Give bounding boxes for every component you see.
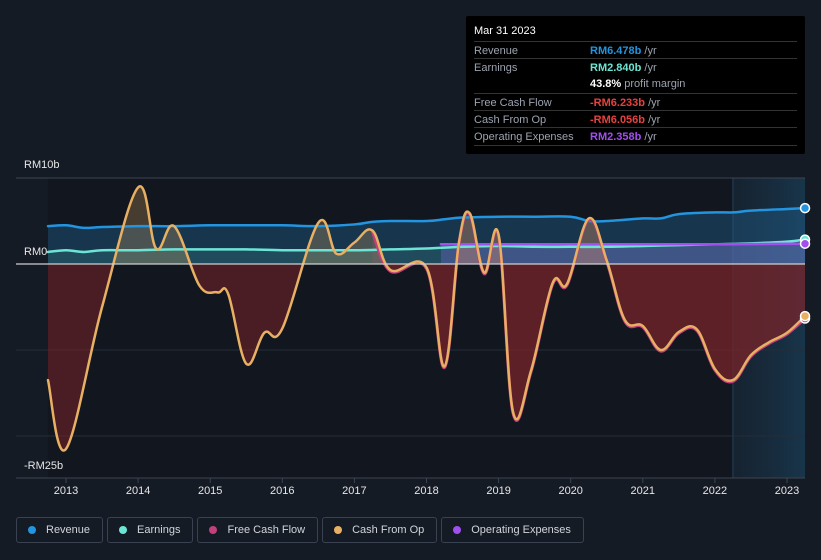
- revenue-endpoint-marker: [799, 202, 811, 214]
- tooltip-row-revenue: Revenue RM6.478b /yr: [474, 41, 797, 59]
- tooltip-value-unit: /yr: [641, 131, 657, 143]
- x-tick-label: 2014: [125, 485, 151, 497]
- legend-label: Cash From Op: [352, 524, 425, 536]
- cash-from-op-dot-icon: [334, 526, 343, 534]
- tooltip-value-unit: /yr: [645, 97, 661, 109]
- tooltip-value: RM2.840b /yr: [590, 62, 657, 74]
- tooltip-value: -RM6.233b /yr: [590, 97, 660, 109]
- tooltip-value: RM2.358b /yr: [590, 131, 657, 143]
- x-tick-label: 2015: [197, 485, 223, 497]
- x-tick-label: 2020: [558, 485, 583, 497]
- x-tick-label: 2016: [270, 485, 295, 497]
- legend-item-operating-expenses[interactable]: Operating Expenses: [441, 517, 584, 543]
- tooltip-value-unit: /yr: [645, 114, 661, 126]
- x-tick-label: 2022: [702, 485, 728, 497]
- tooltip-row-earnings: Earnings RM2.840b /yr: [474, 58, 797, 76]
- legend-label: Revenue: [46, 524, 91, 536]
- legend-label: Earnings: [137, 524, 181, 536]
- operating-expenses-line: [439, 242, 807, 246]
- legend-item-free-cash-flow[interactable]: Free Cash Flow: [197, 517, 319, 543]
- tooltip-value: RM6.478b /yr: [590, 45, 657, 57]
- tooltip-label: Free Cash Flow: [474, 97, 552, 109]
- tooltip-value-unit: profit margin: [621, 78, 686, 90]
- tooltip-label: Earnings: [474, 62, 518, 74]
- tooltip-row-cash-from-op: Cash From Op -RM6.056b /yr: [474, 110, 797, 128]
- tooltip-row-free-cash-flow: Free Cash Flow -RM6.233b /yr: [474, 93, 797, 111]
- legend-item-earnings[interactable]: Earnings: [107, 517, 194, 543]
- tooltip-divider: [474, 145, 797, 146]
- operating-expenses-dot-icon: [453, 526, 462, 534]
- legend-label: Operating Expenses: [471, 524, 571, 536]
- tooltip-value-number: 43.8%: [590, 78, 622, 90]
- x-tick-label: 2019: [486, 485, 511, 497]
- tooltip-value-number: RM6.478b: [590, 45, 642, 57]
- tooltip-label: Cash From Op: [474, 114, 547, 126]
- tooltip-row-profit-margin: 43.8% profit margin: [474, 75, 797, 92]
- x-tick-label: 2023: [774, 485, 800, 497]
- cash-from-op-endpoint-marker: [799, 310, 811, 322]
- x-tick-label: 2017: [342, 485, 367, 497]
- tooltip-value: -RM6.056b /yr: [590, 114, 660, 126]
- tooltip-value-unit: /yr: [641, 62, 657, 74]
- legend-item-cash-from-op[interactable]: Cash From Op: [322, 517, 438, 543]
- tooltip-panel: Mar 31 2023 Revenue RM6.478b /yr Earning…: [466, 16, 805, 154]
- operating-expenses-endpoint-marker: [799, 238, 811, 249]
- tooltip-value: 43.8% profit margin: [590, 78, 685, 90]
- x-tick-label: 2021: [630, 485, 656, 497]
- tooltip-value-unit: /yr: [641, 45, 657, 57]
- y-tick-label-top: RM10b: [24, 159, 60, 171]
- tooltip-value-number: -RM6.056b: [590, 114, 646, 126]
- revenue-dot-icon: [28, 526, 36, 534]
- x-axis: [65, 478, 788, 483]
- tooltip-label: Revenue: [474, 45, 519, 57]
- legend: Revenue Earnings Free Cash Flow Cash Fro…: [16, 517, 584, 543]
- x-tick-label: 2018: [414, 485, 439, 497]
- tooltip-date: Mar 31 2023: [474, 25, 536, 37]
- legend-label: Free Cash Flow: [227, 524, 306, 536]
- tooltip-value-number: RM2.358b: [590, 131, 642, 143]
- tooltip-row-operating-expenses: Operating Expenses RM2.358b /yr: [474, 127, 797, 145]
- earnings-dot-icon: [119, 526, 128, 534]
- tooltip-value-number: -RM6.233b: [590, 97, 646, 109]
- legend-item-revenue[interactable]: Revenue: [16, 517, 104, 543]
- tooltip-value-number: RM2.840b: [590, 62, 642, 74]
- free-cash-flow-dot-icon: [209, 526, 218, 534]
- y-tick-label-bottom: -RM25b: [24, 460, 64, 472]
- y-tick-label-zero: RM0: [24, 246, 48, 258]
- tooltip-label: Operating Expenses: [474, 131, 574, 143]
- x-tick-label: 2013: [53, 485, 79, 497]
